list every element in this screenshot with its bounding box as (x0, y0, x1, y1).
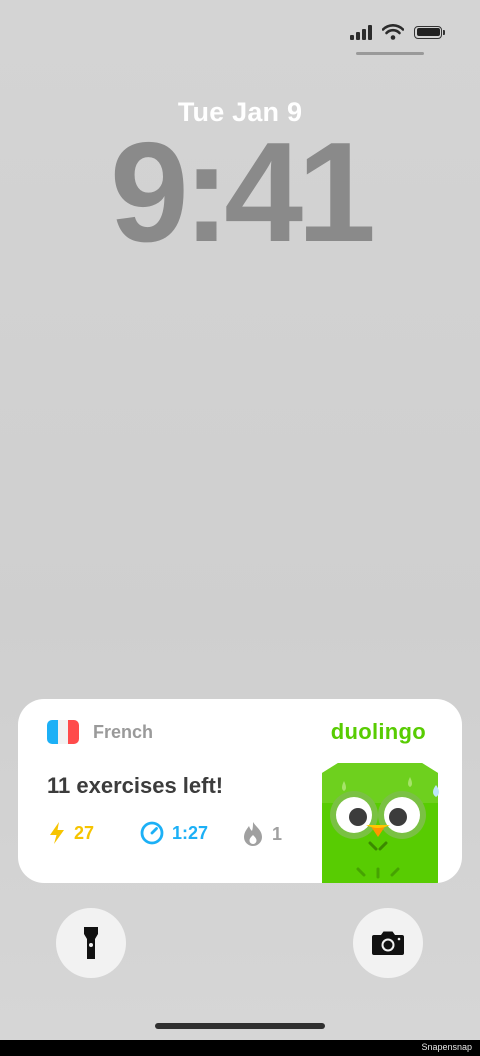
xp-value: 27 (74, 822, 95, 843)
status-bar (350, 24, 445, 40)
footer-bar (0, 1040, 480, 1056)
camera-icon (372, 931, 404, 955)
home-indicator[interactable] (155, 1023, 325, 1029)
battery-icon (414, 25, 445, 39)
lock-screen-time: 9:41 (109, 113, 376, 272)
streak-value: 1 (272, 823, 283, 844)
duo-owl-mascot-illustration (322, 763, 439, 883)
status-bar-underline (356, 52, 424, 55)
camera-button[interactable] (353, 908, 423, 978)
flashlight-icon (84, 927, 98, 959)
lightning-icon (50, 822, 64, 844)
time-stat: 1:27 (140, 821, 208, 845)
watermark-credit: Snapensnap (421, 1042, 472, 1052)
time-value: 1:27 (172, 822, 209, 843)
duolingo-widget[interactable]: French duolingo 11 exercises left! 27 1:… (18, 699, 462, 883)
exercises-left-text: 11 exercises left! (47, 773, 224, 798)
flame-icon (244, 822, 262, 846)
french-flag-icon (47, 720, 79, 744)
flashlight-button[interactable] (56, 908, 126, 978)
timer-icon (140, 821, 164, 845)
xp-stat: 27 (48, 821, 94, 845)
streak-stat: 1 (242, 821, 282, 847)
duolingo-logo: duolingo (330, 719, 426, 744)
wifi-icon (382, 24, 404, 40)
language-label: French (93, 722, 154, 742)
cellular-signal-icon (350, 24, 372, 40)
